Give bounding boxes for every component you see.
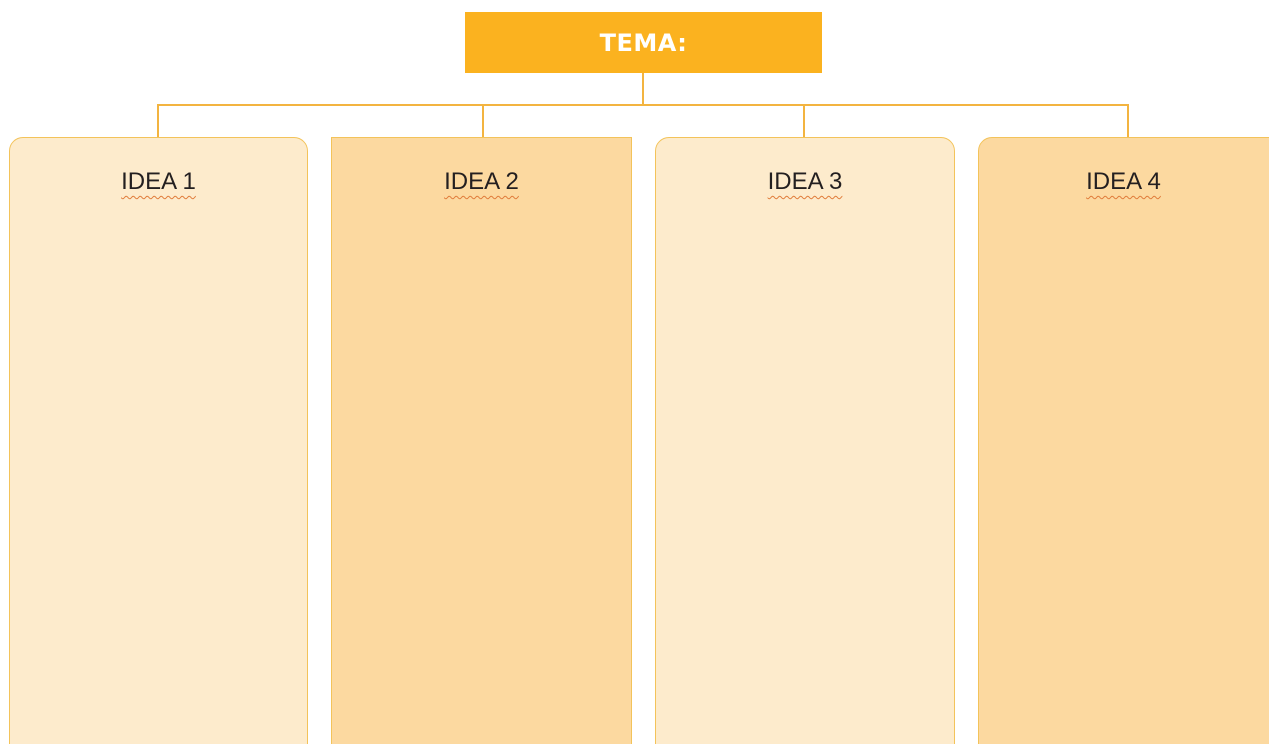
idea-label-4: IDEA 4	[979, 168, 1268, 196]
idea-column-1: IDEA 1	[9, 137, 308, 744]
idea-label-2: IDEA 2	[332, 168, 631, 196]
idea-column-3: IDEA 3	[655, 137, 955, 744]
idea-label-3: IDEA 3	[656, 168, 954, 196]
topic-label: TEMA:	[599, 28, 688, 57]
diagram-canvas: TEMA: IDEA 1 IDEA 2 IDEA 3 IDEA 4	[0, 0, 1269, 744]
idea-label-1: IDEA 1	[10, 168, 307, 196]
idea-label-1-text: IDEA 1	[121, 168, 196, 195]
topic-box: TEMA:	[465, 12, 822, 73]
idea-label-3-text: IDEA 3	[767, 168, 843, 195]
idea-column-4: IDEA 4	[978, 137, 1269, 744]
idea-label-2-text: IDEA 2	[444, 168, 519, 195]
idea-column-2: IDEA 2	[331, 137, 632, 744]
idea-label-4-text: IDEA 4	[1086, 168, 1161, 195]
